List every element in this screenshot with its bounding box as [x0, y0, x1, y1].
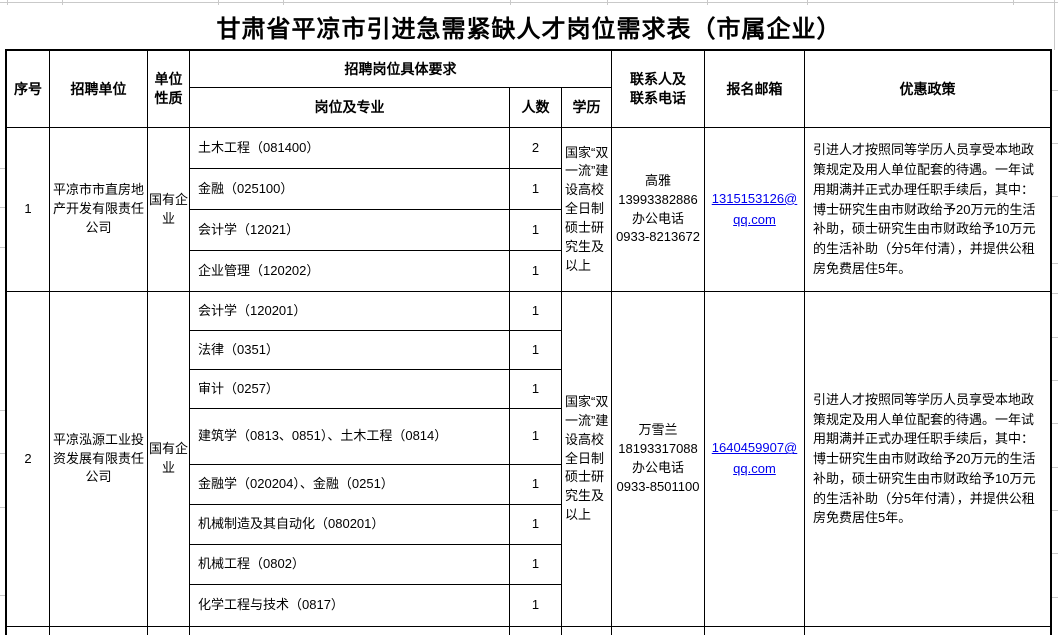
- unit-cell: 平凉泓源工业投资发展有限责任公司: [50, 292, 148, 627]
- col-header-policy: 优惠政策: [805, 51, 1050, 128]
- count-cell: 1: [510, 251, 562, 292]
- position-cell: 化学工程与技术（0817）: [190, 585, 510, 627]
- policy-cell: 引进人才按照同等学历人员享受本地政策规定及用人单位配套的待遇。一年试用期满并正式…: [805, 128, 1050, 292]
- position-cell: 土木工程（081400）: [190, 128, 510, 169]
- email-cell: 1315153126@qq.com: [705, 128, 805, 292]
- partial-row-cell: [510, 627, 562, 635]
- policy-text: 引进人才按照同等学历人员享受本地政策规定及用人单位配套的待遇。一年试用期满并正式…: [813, 140, 1042, 278]
- education-cell: 国家“双一流”建设高校全日制硕士研究生及以上: [562, 128, 612, 292]
- position-cell: 机械工程（0802）: [190, 545, 510, 585]
- position-cell: 审计（0257）: [190, 370, 510, 409]
- count-cell: 1: [510, 331, 562, 370]
- col-header-unit: 招聘单位: [50, 51, 148, 128]
- position-cell: 建筑学（0813、0851）、土木工程（0814）: [190, 409, 510, 465]
- nature-cell: 国有企业: [148, 292, 190, 627]
- seq-cell: 2: [7, 292, 50, 627]
- count-cell: 1: [510, 292, 562, 331]
- education-cell: 国家“双一流”建设高校全日制硕士研究生及以上: [562, 292, 612, 627]
- count-cell: 1: [510, 545, 562, 585]
- count-cell: 1: [510, 505, 562, 545]
- nature-cell: 国有企业: [148, 128, 190, 292]
- email-cell: 1640459907@qq.com: [705, 292, 805, 627]
- position-cell: 金融（025100）: [190, 169, 510, 210]
- col-header-seq: 序号: [7, 51, 50, 128]
- count-cell: 1: [510, 465, 562, 505]
- partial-row-cell: [805, 627, 1050, 635]
- count-cell: 1: [510, 370, 562, 409]
- count-cell: 1: [510, 585, 562, 627]
- count-cell: 1: [510, 409, 562, 465]
- email-link[interactable]: 1315153126@qq.com: [705, 189, 804, 231]
- spreadsheet-canvas: 甘肃省平凉市引进急需紧缺人才岗位需求表（市属企业） 序号 招聘单位 单位性质 招…: [0, 0, 1058, 635]
- count-cell: 2: [510, 128, 562, 169]
- count-cell: 1: [510, 210, 562, 251]
- position-cell: 法律（0351）: [190, 331, 510, 370]
- col-header-contact: 联系人及 联系电话: [612, 51, 705, 128]
- education-text: 国家“双一流”建设高校全日制硕士研究生及以上: [565, 144, 609, 276]
- partial-row-cell: [705, 627, 805, 635]
- policy-cell: 引进人才按照同等学历人员享受本地政策规定及用人单位配套的待遇。一年试用期满并正式…: [805, 292, 1050, 627]
- partial-row-cell: [562, 627, 612, 635]
- position-cell: 会计学（120201）: [190, 292, 510, 331]
- contact-cell: 高雅 13993382886 办公电话 0933-8213672: [612, 128, 705, 292]
- position-cell: 机械制造及其自动化（080201）: [190, 505, 510, 545]
- col-header-count: 人数: [510, 88, 562, 128]
- col-header-education: 学历: [562, 88, 612, 128]
- partial-row-cell: [148, 627, 190, 635]
- partial-row-cell: [7, 627, 50, 635]
- col-header-nature: 单位性质: [148, 51, 190, 128]
- count-cell: 1: [510, 169, 562, 210]
- seq-cell: 1: [7, 128, 50, 292]
- col-header-requirements: 招聘岗位具体要求: [190, 51, 612, 88]
- partial-row-cell: [190, 627, 510, 635]
- partial-row-cell: [612, 627, 705, 635]
- position-cell: 金融学（020204）、金融（0251）: [190, 465, 510, 505]
- email-link[interactable]: 1640459907@qq.com: [705, 438, 804, 480]
- partial-row-cell: [50, 627, 148, 635]
- unit-cell: 平凉市市直房地产开发有限责任公司: [50, 128, 148, 292]
- position-cell: 企业管理（120202）: [190, 251, 510, 292]
- col-header-position: 岗位及专业: [190, 88, 510, 128]
- contact-cell: 万雪兰 18193317088 办公电话 0933-8501100: [612, 292, 705, 627]
- recruitment-table: 序号 招聘单位 单位性质 招聘岗位具体要求 岗位及专业 人数 学历 联系人及 联…: [5, 49, 1052, 635]
- page-title: 甘肃省平凉市引进急需紧缺人才岗位需求表（市属企业）: [0, 4, 1058, 49]
- policy-text: 引进人才按照同等学历人员享受本地政策规定及用人单位配套的待遇。一年试用期满并正式…: [813, 390, 1042, 528]
- education-text: 国家“双一流”建设高校全日制硕士研究生及以上: [565, 393, 609, 525]
- position-cell: 会计学（12021）: [190, 210, 510, 251]
- col-header-email: 报名邮箱: [705, 51, 805, 128]
